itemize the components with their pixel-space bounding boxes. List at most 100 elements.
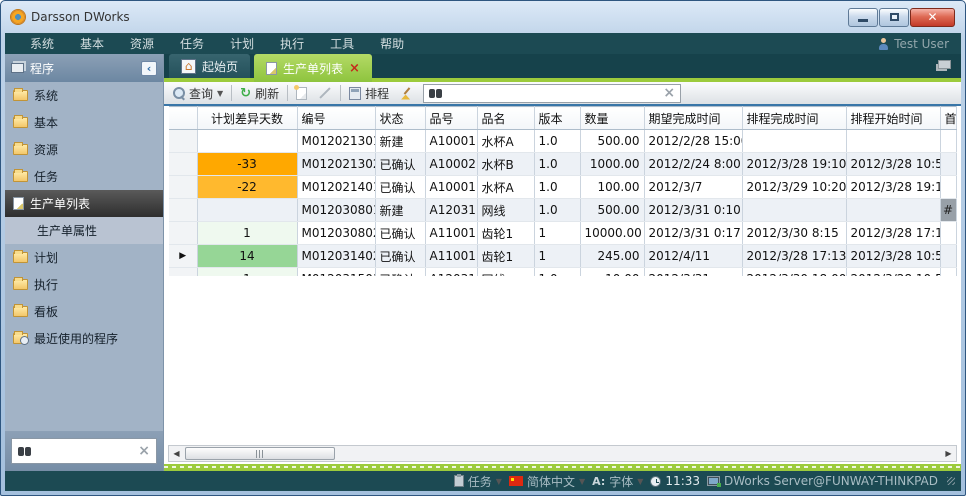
cell-sched_end — [742, 130, 846, 153]
cell-expect: 2012/4/11 — [644, 245, 742, 268]
tab-production-order-list[interactable]: 生产单列表 × — [254, 54, 372, 82]
sidebar-item-执行[interactable]: 执行 — [5, 271, 163, 298]
scrollbar-thumb[interactable] — [185, 447, 335, 460]
menu-item-计划[interactable]: 计划 — [217, 35, 267, 52]
sidebar-search-clear-icon[interactable]: × — [138, 444, 150, 458]
sidebar-search-input[interactable]: × — [11, 438, 157, 464]
cell-item_no: A12031 — [425, 199, 477, 222]
cell-code: M012030801 — [297, 199, 375, 222]
edit-button[interactable] — [315, 92, 335, 94]
menu-item-帮助[interactable]: 帮助 — [367, 35, 417, 52]
language-dropdown[interactable]: 简体中文 ▼ — [509, 473, 585, 490]
close-icon: ✕ — [927, 10, 937, 24]
user-area[interactable]: Test User — [878, 37, 949, 51]
sidebar-item-生产单列表[interactable]: 生产单列表 — [5, 190, 163, 217]
column-header-version[interactable]: 版本 — [534, 107, 580, 130]
maximize-button[interactable] — [879, 8, 909, 27]
new-page-icon — [296, 87, 307, 100]
programs-icon — [11, 63, 24, 73]
task-status-dropdown[interactable]: 任务 ▼ — [454, 473, 502, 490]
column-header-diff[interactable]: 计划差异天数 — [197, 107, 297, 130]
font-dropdown[interactable]: A: 字体 ▼ — [592, 473, 643, 490]
cell-extra — [940, 130, 956, 153]
sidebar-item-任务[interactable]: 任务 — [5, 163, 163, 190]
horizontal-scrollbar[interactable]: ◀ ▶ — [168, 445, 957, 462]
column-header-item_name[interactable]: 品名 — [477, 107, 534, 130]
sidebar-item-生产单属性[interactable]: 生产单属性 — [5, 217, 163, 244]
cell-item_name: 水杯B — [477, 153, 534, 176]
cell-item_no: A10002 — [425, 153, 477, 176]
column-header-sched_start[interactable]: 排程开始时间 — [846, 107, 940, 130]
sidebar-item-label: 看板 — [34, 303, 58, 320]
cell-item_no: A10001 — [425, 130, 477, 153]
table-row[interactable]: M012030801新建A12031网线1.0500.002012/3/31 0… — [169, 199, 956, 222]
table-row[interactable]: M012021301新建A10001水杯A1.0500.002012/2/28 … — [169, 130, 956, 153]
menu-item-工具[interactable]: 工具 — [317, 35, 367, 52]
clean-button[interactable] — [397, 87, 416, 100]
cell-sched_start: 2012/3/28 10:52 — [846, 153, 940, 176]
menu-item-基本[interactable]: 基本 — [67, 35, 117, 52]
new-button[interactable] — [293, 87, 310, 100]
folder-icon — [13, 306, 28, 317]
column-header-status[interactable]: 状态 — [375, 107, 425, 130]
menu-item-执行[interactable]: 执行 — [267, 35, 317, 52]
cell-qty: 500.00 — [580, 199, 644, 222]
query-button[interactable]: 查询 ▼ — [170, 85, 226, 102]
sidebar-item-label: 生产单属性 — [37, 222, 97, 239]
menu-item-任务[interactable]: 任务 — [167, 35, 217, 52]
row-gutter[interactable] — [169, 199, 197, 222]
schedule-button[interactable]: 排程 — [346, 85, 392, 102]
binoculars-icon — [429, 89, 442, 98]
row-gutter[interactable] — [169, 268, 197, 276]
cell-sched_start: 2012/3/28 19:10 — [846, 176, 940, 199]
sidebar-item-资源[interactable]: 资源 — [5, 136, 163, 163]
sidebar-collapse-button[interactable]: ‹ — [141, 61, 157, 76]
row-indicator[interactable]: ▶ — [169, 245, 197, 268]
folder-clock-icon — [13, 333, 28, 344]
sidebar-item-计划[interactable]: 计划 — [5, 244, 163, 271]
cell-qty: 10000.00 — [580, 222, 644, 245]
refresh-label: 刷新 — [255, 85, 279, 102]
refresh-button[interactable]: ↻ 刷新 — [237, 85, 282, 102]
filter-search-input[interactable]: × — [423, 84, 681, 103]
language-label: 简体中文 — [527, 473, 575, 490]
table-row[interactable]: -33M012021302已确认A10002水杯B1.01000.002012/… — [169, 153, 956, 176]
cell-extra — [940, 245, 956, 268]
column-header-extra[interactable]: 首 — [940, 107, 956, 130]
tab-close-icon[interactable]: × — [349, 62, 360, 75]
broom-icon — [400, 87, 413, 100]
row-gutter[interactable] — [169, 153, 197, 176]
table-row[interactable]: -22M012021401已确认A10001水杯A1.0100.002012/3… — [169, 176, 956, 199]
column-header-qty[interactable]: 数量 — [580, 107, 644, 130]
column-header-code[interactable]: 编号 — [297, 107, 375, 130]
menu-item-系统[interactable]: 系统 — [17, 35, 67, 52]
sidebar-item-看板[interactable]: 看板 — [5, 298, 163, 325]
app-gear-icon — [11, 10, 25, 24]
cell-extra: # — [940, 199, 956, 222]
cell-status: 已确认 — [375, 153, 425, 176]
table-row[interactable]: 1M012030802已确认A11001齿轮1110000.002012/3/3… — [169, 222, 956, 245]
menu-item-资源[interactable]: 资源 — [117, 35, 167, 52]
scroll-right-icon[interactable]: ▶ — [941, 446, 956, 461]
resize-grip-icon[interactable] — [947, 477, 955, 485]
column-header-item_no[interactable]: 品号 — [425, 107, 477, 130]
tab-start-page[interactable]: ⌂ 起始页 — [169, 54, 250, 78]
scroll-left-icon[interactable]: ◀ — [169, 446, 184, 461]
filter-clear-icon[interactable]: × — [663, 86, 675, 100]
sidebar-item-系统[interactable]: 系统 — [5, 82, 163, 109]
table-row[interactable]: ▶14M012031402已确认A11001齿轮11245.002012/4/1… — [169, 245, 956, 268]
row-gutter[interactable] — [169, 176, 197, 199]
column-header-sched_end[interactable]: 排程完成时间 — [742, 107, 846, 130]
close-button[interactable]: ✕ — [910, 8, 955, 27]
minimize-button[interactable] — [848, 8, 878, 27]
window-list-icon[interactable] — [938, 60, 951, 69]
cell-expect: 2012/2/28 15:00 — [644, 130, 742, 153]
row-gutter[interactable] — [169, 222, 197, 245]
binoculars-icon — [18, 447, 31, 456]
column-header-expect[interactable]: 期望完成时间 — [644, 107, 742, 130]
sidebar-item-label: 生产单列表 — [30, 195, 90, 212]
table-row[interactable]: 1M012031501已确认A12031网线1.010.002012/3/312… — [169, 268, 956, 276]
sidebar-item-最近使用的程序[interactable]: 最近使用的程序 — [5, 325, 163, 352]
sidebar-item-基本[interactable]: 基本 — [5, 109, 163, 136]
row-gutter[interactable] — [169, 130, 197, 153]
